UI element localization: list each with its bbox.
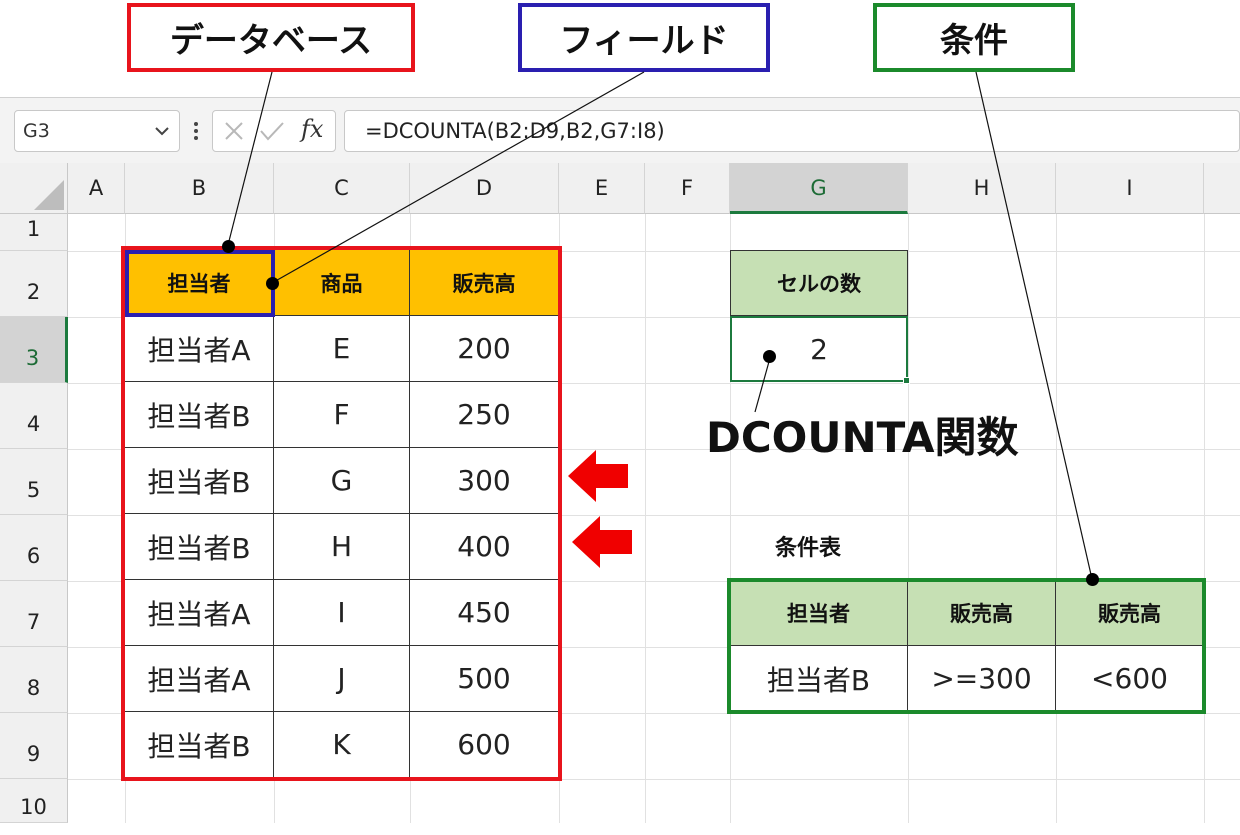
pointer-dot: [222, 240, 235, 253]
pointer-dot: [266, 277, 279, 290]
pointer-dot: [1086, 573, 1099, 586]
leader-lines: [227, 71, 1093, 580]
pointer-dot: [763, 350, 776, 363]
